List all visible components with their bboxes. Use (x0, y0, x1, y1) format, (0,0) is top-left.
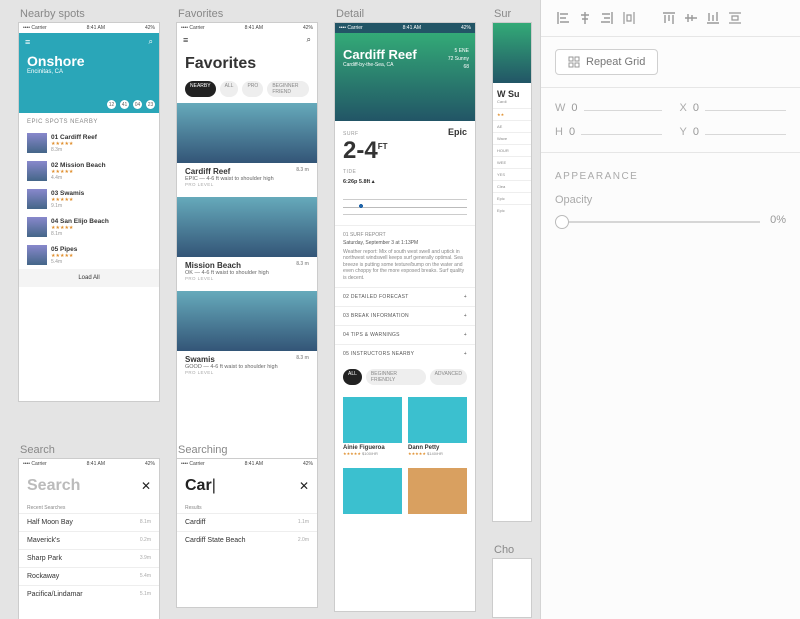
artboard-surf-report[interactable]: W Su Cardi ★★ AEWaveHOURWEEYESCleaEpicEp… (492, 22, 532, 522)
tide-value: 6:26p 5.8ft ▴ (335, 175, 475, 189)
grid-icon (568, 56, 580, 68)
slider-thumb[interactable] (555, 215, 569, 229)
fav-item[interactable]: Swamis8.3 m GOOD — 4-6 ft waist to shoul… (177, 351, 317, 385)
fav-item[interactable]: Cardiff Reef8.3 m EPIC — 4-6 ft waist to… (177, 163, 317, 197)
align-right-icon[interactable] (599, 10, 615, 26)
menu-icon[interactable]: ≡ (183, 35, 188, 45)
spot-thumb (27, 217, 47, 237)
artboard-label-favorites: Favorites (176, 4, 225, 24)
search-result[interactable]: Half Moon Bay8.1m (19, 513, 159, 531)
search-input[interactable]: Search (19, 469, 159, 503)
artboard-search[interactable]: •••• Carrier8:41 AM42% ✕ Search Recent S… (18, 458, 160, 619)
opacity-value: 0% (770, 214, 786, 226)
artboard-label-nearby: Nearby spots (18, 4, 87, 24)
spot-thumb (27, 245, 47, 265)
surf-report-body: Saturday, September 3 at 1:13PM Weather … (335, 240, 475, 287)
spot-thumb (27, 133, 47, 153)
filter-pills: NEARBY ALL PRO BEGINNER FRIEND (177, 81, 317, 103)
x-input[interactable]: 0 (693, 102, 699, 114)
design-canvas[interactable]: Nearby spots •••• Carrier8:41 AM42% ≡ ⌕ … (0, 0, 540, 619)
fav-photo (177, 197, 317, 257)
artboard-favorites[interactable]: •••• Carrier8:41 AM42% ≡ ⌕ Favorites NEA… (176, 22, 318, 492)
brand-city: Encinitas, CA (27, 69, 63, 75)
distribute-h-icon[interactable] (621, 10, 637, 26)
artboard-label-detail: Detail (334, 4, 366, 24)
status-bar: •••• Carrier8:41 AM42% (335, 23, 475, 33)
distribute-v-icon[interactable] (727, 10, 743, 26)
fav-photo (177, 291, 317, 351)
fav-photo (177, 103, 317, 163)
favorites-title: Favorites (177, 47, 317, 81)
search-input[interactable]: Car| (177, 469, 317, 503)
align-center-h-icon[interactable] (577, 10, 593, 26)
detail-title: Cardiff Reef (343, 47, 417, 62)
pill-nearby[interactable]: NEARBY (185, 81, 216, 97)
menu-icon[interactable]: ≡ (25, 37, 30, 47)
appearance-heading: APPEARANCE (541, 153, 800, 186)
y-input[interactable]: 0 (693, 126, 699, 138)
spot-row[interactable]: 04 San Elijo Beach ★★★★★ 8.1m (19, 213, 159, 241)
instructor-card[interactable]: Ainie Figueroa ★★★★★ $100/HR (343, 397, 402, 456)
spot-row[interactable]: 03 Swamis ★★★★★ 9.1m (19, 185, 159, 213)
spot-thumb (27, 161, 47, 181)
accordion-row[interactable]: 04 TIPS & WARNINGS+ (335, 325, 475, 344)
align-toolbar (541, 0, 800, 37)
plus-icon: + (464, 351, 467, 357)
artboard-choose[interactable] (492, 558, 532, 618)
transform-section: W0 X0 H0 Y0 (541, 87, 800, 153)
properties-panel: Repeat Grid W0 X0 H0 Y0 APPEARANCE Opaci… (540, 0, 800, 619)
search-result[interactable]: Cardiff1.1m (177, 513, 317, 531)
artboard-label-surf: Sur (492, 4, 513, 24)
fav-item[interactable]: Mission Beach8.3 m OK — 4-6 ft waist to … (177, 257, 317, 291)
search-result[interactable]: Sharp Park3.9m (19, 549, 159, 567)
repeat-grid-label: Repeat Grid (586, 56, 645, 68)
load-all-button[interactable]: Load All (19, 269, 159, 287)
opacity-label: Opacity (555, 194, 786, 206)
repeat-grid-button[interactable]: Repeat Grid (555, 49, 658, 75)
instructor-card[interactable]: Dann Petty ★★★★★ $140/HR (408, 397, 467, 456)
align-top-icon[interactable] (661, 10, 677, 26)
align-left-icon[interactable] (555, 10, 571, 26)
artboard-searching[interactable]: •••• Carrier8:41 AM42% ✕ Car| Results Ca… (176, 458, 318, 608)
close-icon[interactable]: ✕ (141, 479, 151, 493)
artboard-detail[interactable]: •••• Carrier8:41 AM42% Cardiff Reef Card… (334, 22, 476, 612)
width-input[interactable]: 0 (571, 102, 577, 114)
search-icon[interactable]: ⌕ (307, 35, 311, 45)
status-bar: •••• Carrier8:41 AM42% (177, 23, 317, 33)
artboard-nearby[interactable]: •••• Carrier8:41 AM42% ≡ ⌕ Onshore Encin… (18, 22, 160, 402)
search-result[interactable]: Cardiff State Beach2.0m (177, 531, 317, 549)
plus-icon: + (464, 294, 467, 300)
surf-report-heading: 01 SURF REPORT (335, 225, 475, 240)
accordion-row[interactable]: 03 BREAK INFORMATION+ (335, 306, 475, 325)
brand-logo: Onshore (27, 53, 85, 69)
spot-row[interactable]: 05 Pipes ★★★★★ 5.4m (19, 241, 159, 269)
height-input[interactable]: 0 (569, 126, 575, 138)
plus-icon: + (464, 313, 467, 319)
spot-thumb (27, 189, 47, 209)
artboard-label-choose: Cho (492, 540, 516, 560)
wave-height: 2-4FT (335, 137, 475, 165)
accordion-row[interactable]: 05 INSTRUCTORS NEARBY+ (335, 344, 475, 363)
tide-chart (343, 195, 467, 219)
align-center-v-icon[interactable] (683, 10, 699, 26)
search-result[interactable]: Pacifica/Lindamar5.1m (19, 585, 159, 603)
artboard-label-search: Search (18, 440, 57, 460)
weather-block: 5 ENE 72 Sunny 68 (448, 47, 469, 71)
section-heading: EPIC SPOTS NEARBY (19, 113, 159, 129)
plus-icon: + (464, 332, 467, 338)
accordion-row[interactable]: 02 DETAILED FORECAST+ (335, 287, 475, 306)
opacity-slider[interactable]: 0% (555, 214, 786, 230)
detail-subtitle: Cardiff-by-the-Sea, CA (343, 62, 393, 68)
artboard-label-searching: Searching (176, 440, 230, 460)
spot-row[interactable]: 02 Mission Beach ★★★★★ 4.4m (19, 157, 159, 185)
search-result[interactable]: Rockaway5.4m (19, 567, 159, 585)
spot-row[interactable]: 01 Cardiff Reef ★★★★★ 8.3m (19, 129, 159, 157)
search-result[interactable]: Maverick's0.2m (19, 531, 159, 549)
close-icon[interactable]: ✕ (299, 479, 309, 493)
align-bottom-icon[interactable] (705, 10, 721, 26)
status-bar: •••• Carrier8:41 AM42% (19, 23, 159, 33)
search-icon[interactable]: ⌕ (149, 37, 153, 47)
